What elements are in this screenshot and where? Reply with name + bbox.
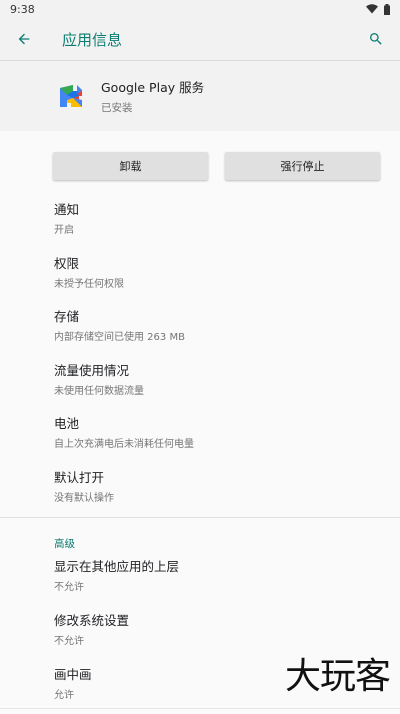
status-bar: 9:38 — [0, 0, 400, 18]
wifi-icon — [366, 4, 378, 14]
list-item-notifications[interactable]: 通知 开启 — [54, 188, 400, 242]
list-item-subtitle: 自上次充满电后未消耗任何电量 — [54, 439, 194, 450]
list-item-permissions[interactable]: 权限 未授予任何权限 — [54, 242, 400, 296]
app-name: Google Play 服务 — [101, 80, 205, 95]
list-item-data-usage[interactable]: 流量使用情况 未使用任何数据流量 — [54, 349, 400, 403]
list-item-title: 电池 — [54, 416, 80, 431]
app-install-status: 已安装 — [101, 102, 133, 114]
list-item-battery[interactable]: 电池 自上次充满电后未消耗任何电量 — [54, 402, 400, 456]
force-stop-button[interactable]: 强行停止 — [225, 152, 380, 180]
status-time: 9:38 — [10, 2, 35, 16]
list-item-storage[interactable]: 存储 内部存储空间已使用 263 MB — [54, 295, 400, 349]
app-texts: Google Play 服务 已安装 — [101, 77, 204, 115]
status-icons — [366, 3, 390, 15]
list-item-title: 显示在其他应用的上层 — [54, 559, 180, 574]
page-title: 应用信息 — [62, 30, 123, 49]
list-item-title: 流量使用情况 — [54, 362, 130, 378]
list-item-subtitle: 不允许 — [54, 636, 84, 647]
list-item-title: 修改系统设置 — [54, 613, 130, 628]
list-item-title: 权限 — [54, 255, 80, 271]
list-item-open-by-default[interactable]: 默认打开 没有默认操作 — [54, 456, 400, 510]
list-item-subtitle: 未授予任何权限 — [54, 278, 124, 290]
back-button[interactable] — [12, 27, 36, 51]
arrow-back-icon — [18, 33, 30, 45]
action-buttons: 卸载 强行停止 — [0, 131, 400, 180]
list-item-subtitle: 没有默认操作 — [54, 492, 114, 504]
list-item-subtitle: 不允许 — [54, 582, 84, 593]
bottom-divider — [0, 708, 400, 709]
app-header: Google Play 服务 已安装 — [0, 61, 400, 131]
list-item-title: 通知 — [54, 202, 80, 217]
search-button[interactable] — [364, 27, 388, 51]
watermark-logo: 大玩客 — [284, 656, 391, 697]
battery-icon — [384, 3, 390, 15]
list-item-display-over-apps[interactable]: 显示在其他应用的上层 不允许 — [54, 552, 400, 606]
list-item-title: 存储 — [54, 309, 80, 324]
advanced-section-label: 高级 — [54, 538, 75, 550]
list-item-title: 默认打开 — [54, 469, 105, 485]
uninstall-button[interactable]: 卸载 — [53, 152, 208, 180]
app-bar: 应用信息 — [0, 18, 400, 60]
settings-list: 通知 开启 权限 未授予任何权限 存储 内部存储空间已使用 263 MB 流量使… — [0, 188, 400, 509]
google-play-services-icon — [60, 85, 82, 107]
list-item-subtitle: 开启 — [54, 225, 74, 236]
search-icon — [370, 33, 382, 45]
list-item-subtitle: 内部存储空间已使用 263 MB — [54, 332, 185, 343]
list-item-subtitle: 未使用任何数据流量 — [54, 385, 144, 397]
